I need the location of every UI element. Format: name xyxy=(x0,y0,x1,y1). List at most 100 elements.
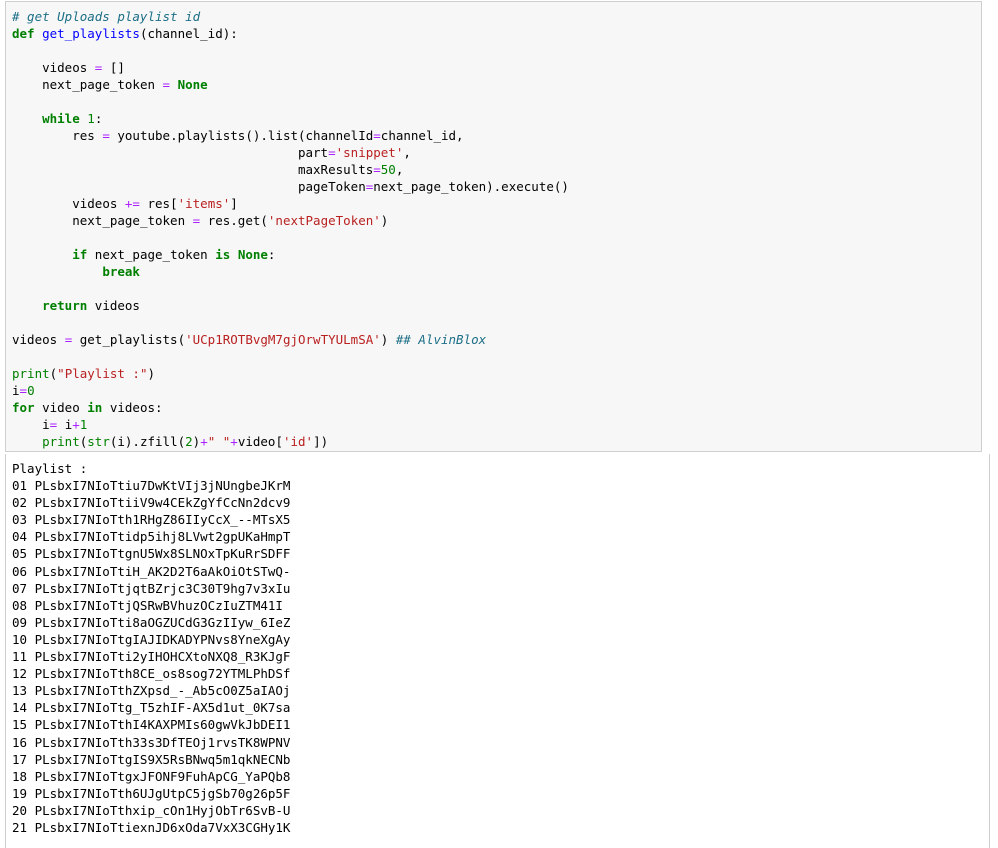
builtin: str xyxy=(87,434,110,449)
output-line: 07 PLsbxI7NIoTtjqtBZrjc3C30T9hg7v3xIu xyxy=(12,580,291,596)
code-text: : xyxy=(94,111,103,126)
code-line: print("Playlist :") xyxy=(12,365,569,382)
code-text: videos xyxy=(12,332,65,347)
keyword: return xyxy=(42,298,88,313)
output-line: 11 PLsbxI7NIoTti2yIHOHCXtoNXQ8_R3KJgF xyxy=(12,649,291,665)
code-line: if next_page_token is None: xyxy=(12,246,569,263)
string: 'snippet' xyxy=(335,145,404,160)
code-line: next_page_token = res.get('nextPageToken… xyxy=(12,212,569,229)
number: 0 xyxy=(27,383,35,398)
code-line: videos = get_playlists('UCp1ROTBvgM7gjOr… xyxy=(12,331,569,348)
number: 1 xyxy=(87,111,95,126)
keyword: break xyxy=(102,264,140,279)
code-text: videos: xyxy=(102,400,163,415)
output-line: 09 PLsbxI7NIoTti8aOGZUCdG3GzIIyw_6IeZ xyxy=(12,614,291,630)
string: " " xyxy=(207,434,231,449)
code-text: channel_id, xyxy=(380,128,464,143)
code-text: pageToken xyxy=(297,179,366,194)
operator: = xyxy=(373,162,381,177)
keyword: None xyxy=(177,77,208,92)
code-line: break xyxy=(12,263,569,280)
operator: + xyxy=(72,417,80,432)
output-line: 17 PLsbxI7NIoTtgIS9X5RsBNwq5m1qkNECNb xyxy=(12,751,291,767)
code-text: youtube.playlists().list(channelId xyxy=(109,128,374,143)
output-line: 06 PLsbxI7NIoTtiH_AK2D2T6aAkOiOtSTwQ- xyxy=(12,563,291,579)
code-line: maxResults=50, xyxy=(12,161,569,178)
keyword: while xyxy=(42,111,80,126)
builtin: print xyxy=(12,366,50,381)
operator: += xyxy=(124,196,140,211)
code-text: res.get( xyxy=(200,213,268,228)
code-text: i xyxy=(12,383,20,398)
code-comment: ## AlvinBlox xyxy=(395,332,487,347)
code-text: videos xyxy=(42,60,95,75)
code-text: : xyxy=(267,247,276,262)
function-name: get_playlists xyxy=(42,26,140,41)
code-text: get_playlists( xyxy=(72,332,186,347)
code-text: (i).zfill( xyxy=(109,434,186,449)
operator: + xyxy=(230,434,238,449)
code-text: , xyxy=(395,162,404,177)
number: 50 xyxy=(380,162,396,177)
operator: = xyxy=(373,128,381,143)
code-line: pageToken=next_page_token).execute() xyxy=(12,178,569,195)
code-text: (channel_id): xyxy=(139,26,238,41)
output-line: 19 PLsbxI7NIoTth6UJgUtpC5jgSb70g26p5F xyxy=(12,785,291,801)
code-text: next_page_token).execute() xyxy=(373,179,569,194)
output-line: 01 PLsbxI7NIoTtiu7DwKtVIj3jNUngbeJKrM xyxy=(12,478,291,494)
code-line: return videos xyxy=(12,297,569,314)
code-line: while 1: xyxy=(12,110,569,127)
output-line: 15 PLsbxI7NIoTthI4KAXPMIs60gwVkJbDEI1 xyxy=(12,717,291,733)
string: 'items' xyxy=(177,196,231,211)
output-header: Playlist : xyxy=(12,461,88,476)
string: 'UCp1ROTBvgM7gjOrwTYULmSA' xyxy=(185,332,381,347)
code-text: res[ xyxy=(139,196,178,211)
output-line: 08 PLsbxI7NIoTtjQSRwBVhuzOCzIuZTM41I xyxy=(12,597,283,613)
code-text: res xyxy=(72,128,103,143)
code-text: video[ xyxy=(237,434,283,449)
code-line: res = youtube.playlists().list(channelId… xyxy=(12,127,569,144)
output-line: 12 PLsbxI7NIoTth8CE_os8sog72YTMLPhDSf xyxy=(12,666,291,682)
keyword: in xyxy=(87,400,103,415)
output-cell: Playlist : 01 PLsbxI7NIoTtiu7DwKtVIj3jNU… xyxy=(5,454,990,848)
code-text: videos xyxy=(87,298,140,313)
keyword: def xyxy=(12,26,35,41)
operator: = xyxy=(19,383,28,398)
keyword: if xyxy=(72,247,88,262)
code-text: ] xyxy=(230,196,238,211)
code-line: def get_playlists(channel_id): xyxy=(12,25,569,42)
code-text: ) xyxy=(147,366,156,381)
code-input-cell[interactable]: # get Uploads playlist id def get_playli… xyxy=(5,1,982,452)
code-text: video xyxy=(34,400,88,415)
code-line: # get Uploads playlist id xyxy=(12,8,569,25)
number: 2 xyxy=(185,434,193,449)
code-comment: # get Uploads playlist id xyxy=(12,9,201,24)
code-text: i xyxy=(42,417,50,432)
code-editor[interactable]: # get Uploads playlist id def get_playli… xyxy=(12,8,569,450)
string: "Playlist :" xyxy=(57,366,148,381)
string: 'id' xyxy=(282,434,314,449)
code-text: videos xyxy=(72,196,125,211)
code-text: ) xyxy=(380,332,396,347)
code-line: for video in videos: xyxy=(12,399,569,416)
output-line: 02 PLsbxI7NIoTtiiV9w4CEkZgYfCcNn2dcv9 xyxy=(12,495,291,511)
code-line: next_page_token = None xyxy=(12,76,569,93)
output-line: 05 PLsbxI7NIoTtgnU5Wx8SLNOxTpKuRrSDFF xyxy=(12,546,291,562)
code-text: next_page_token xyxy=(87,247,216,262)
code-line: videos = [] xyxy=(12,59,569,76)
code-line: part='snippet', xyxy=(12,144,569,161)
code-text: maxResults xyxy=(297,162,374,177)
code-text: ]) xyxy=(313,434,329,449)
code-text: ) xyxy=(380,213,389,228)
output-line: 16 PLsbxI7NIoTth33s3DfTEOj1rvsTK8WPNV xyxy=(12,734,291,750)
output-line: 10 PLsbxI7NIoTtgIAJIDKADYPNvs8YneXgAy xyxy=(12,631,291,647)
output-line: 03 PLsbxI7NIoTth1RHgZ86IIyCcX_--MTsX5 xyxy=(12,512,291,528)
code-text: part xyxy=(297,145,329,160)
code-text: i xyxy=(57,417,73,432)
output-line: 18 PLsbxI7NIoTtgxJFONF9FuhApCG_YaPQb8 xyxy=(12,768,291,784)
